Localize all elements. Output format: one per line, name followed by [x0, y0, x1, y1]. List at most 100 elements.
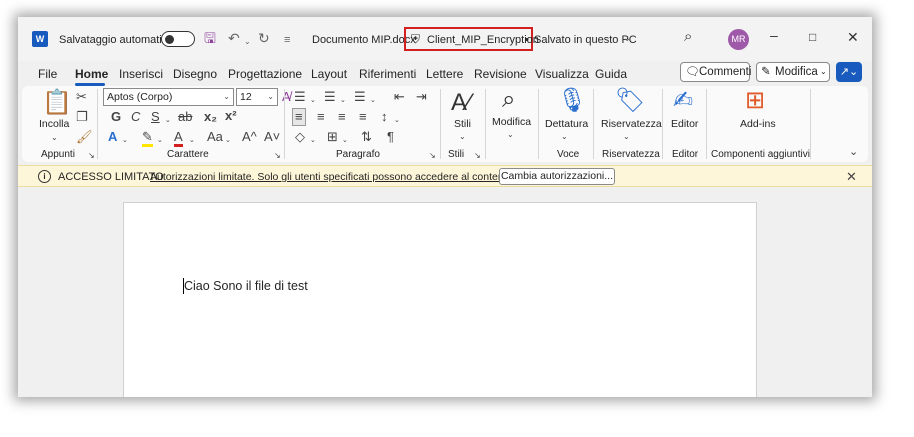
share-button[interactable]: ↗⌄: [836, 62, 862, 82]
paste-label[interactable]: Incolla: [39, 118, 69, 130]
paste-icon[interactable]: 📋: [42, 90, 72, 116]
font-color-dropdown-icon[interactable]: ⌄: [189, 134, 195, 148]
paragraph-launcher-icon[interactable]: ↘: [429, 149, 436, 163]
change-case-dropdown-icon[interactable]: ⌄: [225, 134, 231, 148]
italic-button[interactable]: C: [131, 110, 140, 124]
save-icon[interactable]: 🖫: [204, 30, 216, 46]
tab-help[interactable]: Guida: [595, 67, 627, 81]
permissions-link[interactable]: Autorizzazioni limitate. Solo gli utenti…: [150, 171, 521, 183]
tab-mailings[interactable]: Lettere: [426, 67, 463, 81]
autosave-toggle[interactable]: [161, 31, 195, 47]
addins-button-label[interactable]: Add-ins: [740, 118, 776, 130]
increase-indent-icon[interactable]: ⇥: [416, 90, 427, 104]
save-status[interactable]: Salvato in questo PC: [534, 34, 637, 46]
shading-icon[interactable]: ◇: [295, 130, 305, 144]
numbering-icon[interactable]: ☰: [324, 90, 336, 104]
strikethrough-button[interactable]: ab: [178, 110, 192, 124]
align-right-icon[interactable]: ≡: [338, 110, 346, 124]
editing-mode-button[interactable]: ✎ Modifica ⌄: [756, 62, 830, 82]
highlight-dropdown-icon[interactable]: ⌄: [157, 134, 163, 148]
line-spacing-icon[interactable]: ↕: [381, 110, 388, 124]
align-left-icon[interactable]: ≡: [292, 108, 306, 126]
styles-icon[interactable]: A∕: [451, 90, 471, 116]
tab-draw[interactable]: Disegno: [173, 67, 217, 81]
dictate-dropdown-icon[interactable]: ⌄: [561, 130, 568, 144]
paste-dropdown-icon[interactable]: ⌄: [51, 131, 58, 145]
bullets-dropdown-icon[interactable]: ⌄: [310, 94, 316, 108]
find-icon[interactable]: ⌕: [502, 87, 515, 113]
borders-icon[interactable]: ⊞: [327, 130, 338, 144]
font-name-combo[interactable]: Aptos (Corpo) ⌄: [103, 88, 234, 106]
save-status-chevron-icon[interactable]: ⌄: [623, 31, 631, 47]
minimize-icon[interactable]: –: [770, 27, 778, 43]
close-icon[interactable]: ✕: [847, 29, 859, 45]
undo-icon[interactable]: ↶: [228, 30, 240, 46]
sensitivity-label-name[interactable]: Client_MIP_Encryption: [427, 34, 539, 46]
editing-label[interactable]: Modifica: [492, 116, 531, 128]
avatar[interactable]: MR: [728, 29, 749, 50]
editor-icon[interactable]: ✍: [673, 88, 693, 114]
underline-button[interactable]: S: [151, 110, 160, 124]
tab-references[interactable]: Riferimenti: [359, 67, 416, 81]
tab-file[interactable]: File: [38, 67, 57, 81]
styles-dropdown-icon[interactable]: ⌄: [459, 130, 466, 144]
subscript-button[interactable]: x₂: [204, 110, 217, 124]
sensitivity-label-icon[interactable]: ⛨: [411, 31, 420, 47]
decrease-indent-icon[interactable]: ⇤: [394, 90, 405, 104]
search-icon[interactable]: ⌕: [684, 29, 692, 45]
editing-dropdown-icon[interactable]: ⌄: [507, 128, 514, 142]
multilevel-dropdown-icon[interactable]: ⌄: [370, 94, 376, 108]
comments-button[interactable]: 🗨 Commenti: [680, 62, 751, 82]
line-spacing-dropdown-icon[interactable]: ⌄: [394, 114, 400, 128]
sort-icon[interactable]: ⇅: [361, 130, 372, 144]
font-size-combo[interactable]: 12 ⌄: [236, 88, 278, 106]
grow-font-button[interactable]: A^: [242, 130, 257, 144]
styles-launcher-icon[interactable]: ↘: [474, 149, 481, 163]
tab-home[interactable]: Home: [75, 67, 108, 81]
sensitivity-icon[interactable]: 🏷: [615, 88, 645, 114]
tab-insert[interactable]: Inserisci: [119, 67, 163, 81]
numbering-dropdown-icon[interactable]: ⌄: [340, 94, 346, 108]
sensitivity-button-label[interactable]: Riservatezza: [601, 118, 662, 130]
bold-button[interactable]: G: [111, 110, 121, 124]
copy-icon[interactable]: ❐: [76, 110, 88, 124]
microphone-icon[interactable]: 🎙: [557, 88, 587, 114]
highlight-icon[interactable]: ✎: [142, 130, 153, 147]
tab-view[interactable]: Visualizza: [535, 67, 589, 81]
superscript-button[interactable]: x²: [225, 109, 237, 123]
show-formatting-icon[interactable]: ¶: [387, 130, 394, 144]
redo-icon[interactable]: ↻: [258, 30, 270, 46]
tab-design[interactable]: Progettazione: [228, 67, 302, 81]
text-effects-dropdown-icon[interactable]: ⌄: [122, 134, 128, 148]
font-color-button[interactable]: A: [174, 130, 183, 147]
document-page[interactable]: Ciao Sono il file di test: [123, 202, 757, 397]
cut-icon[interactable]: ✂: [76, 90, 87, 104]
document-text[interactable]: Ciao Sono il file di test: [184, 279, 308, 293]
addins-icon[interactable]: ⊞: [745, 88, 765, 114]
bullets-icon[interactable]: ☰: [294, 90, 306, 104]
shrink-font-button[interactable]: A˅: [264, 130, 280, 144]
font-launcher-icon[interactable]: ↘: [274, 149, 281, 163]
multilevel-list-icon[interactable]: ☰: [354, 90, 366, 104]
change-case-button[interactable]: Aa: [207, 130, 223, 144]
dictate-label[interactable]: Dettatura: [545, 118, 588, 130]
collapse-ribbon-icon[interactable]: ⌄: [849, 145, 858, 159]
close-icon[interactable]: ✕: [846, 169, 857, 185]
clipboard-launcher-icon[interactable]: ↘: [88, 149, 95, 163]
tab-review[interactable]: Revisione: [474, 67, 527, 81]
format-painter-icon[interactable]: 🖌: [76, 130, 93, 144]
change-permissions-button[interactable]: Cambia autorizzazioni...: [499, 168, 615, 185]
justify-icon[interactable]: ≡: [359, 110, 367, 124]
document-name[interactable]: Documento MIP.docx: [312, 34, 416, 46]
align-center-icon[interactable]: ≡: [317, 110, 325, 124]
borders-dropdown-icon[interactable]: ⌄: [342, 134, 348, 148]
customize-toolbar-icon[interactable]: ≡: [284, 32, 290, 48]
tab-layout[interactable]: Layout: [311, 67, 347, 81]
shading-dropdown-icon[interactable]: ⌄: [310, 134, 316, 148]
text-effects-button[interactable]: A: [108, 130, 117, 144]
undo-dropdown-icon[interactable]: ⌄: [244, 34, 251, 50]
maximize-icon[interactable]: □: [809, 29, 816, 45]
sensitivity-dropdown-icon[interactable]: ⌄: [623, 130, 630, 144]
underline-dropdown-icon[interactable]: ⌄: [165, 114, 171, 128]
editor-button-label[interactable]: Editor: [671, 118, 698, 130]
